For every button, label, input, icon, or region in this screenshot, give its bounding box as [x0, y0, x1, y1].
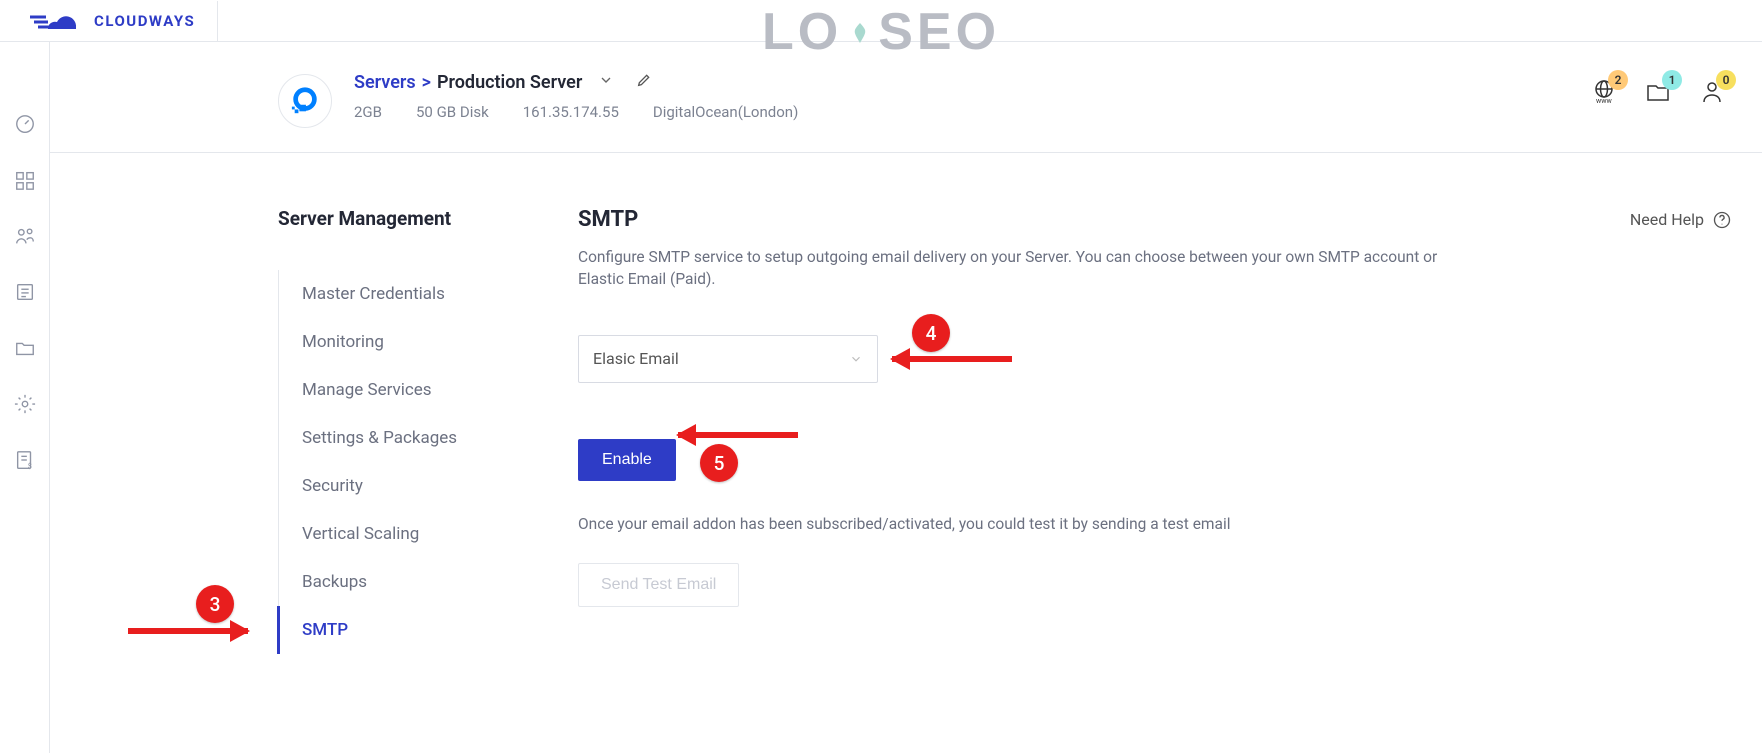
user-badge: 0	[1716, 70, 1736, 90]
breadcrumb-root[interactable]: Servers	[354, 72, 416, 93]
sidebar-item-backups[interactable]: Backups	[277, 558, 578, 606]
edit-icon[interactable]	[636, 72, 652, 93]
sidebar-item-monitoring[interactable]: Monitoring	[277, 318, 578, 366]
smtp-note: Once your email addon has been subscribe…	[578, 515, 1732, 533]
need-help-label: Need Help	[1630, 210, 1704, 229]
rail-projects[interactable]	[13, 280, 37, 304]
rail-billing[interactable]: $	[13, 448, 37, 472]
breadcrumb-sep: >	[422, 72, 431, 93]
stat-provider: DigitalOcean(London)	[653, 103, 798, 121]
help-icon	[1712, 210, 1732, 230]
step-4-callout: 4	[912, 314, 950, 352]
cloud-icon	[28, 7, 88, 35]
step-4-arrow	[892, 356, 1012, 362]
sidebar-title: Server Management	[278, 207, 578, 230]
project-icon[interactable]: 1	[1644, 78, 1672, 108]
stat-ram: 2GB	[354, 103, 382, 121]
svg-text:$: $	[27, 461, 31, 470]
rail-dashboard[interactable]	[13, 112, 37, 136]
sidebar-list: Master Credentials Monitoring Manage Ser…	[278, 270, 578, 654]
step-3-callout: 3	[196, 585, 234, 623]
user-icon[interactable]: 0	[1698, 78, 1726, 108]
content: SMTP Need Help Configure SMTP service to…	[578, 207, 1732, 654]
sidebar-item-smtp[interactable]: SMTP	[277, 606, 578, 654]
chevron-down-icon[interactable]	[598, 72, 614, 93]
sidebar-item-vertical-scaling[interactable]: Vertical Scaling	[277, 510, 578, 558]
breadcrumb-current: Production Server	[437, 72, 582, 93]
sidebar-item-settings-packages[interactable]: Settings & Packages	[277, 414, 578, 462]
sidebar: Server Management Master Credentials Mon…	[278, 207, 578, 654]
chevron-down-icon	[849, 352, 863, 366]
step-5-callout: 5	[700, 444, 738, 482]
sidebar-item-security[interactable]: Security	[277, 462, 578, 510]
www-icon[interactable]: www 2	[1590, 78, 1618, 108]
smtp-provider-select[interactable]: Elasic Email	[578, 335, 878, 383]
project-badge: 1	[1662, 70, 1682, 90]
www-badge: 2	[1608, 70, 1628, 90]
brand-logo[interactable]: CLOUDWAYS	[28, 7, 195, 35]
provider-logo	[278, 74, 332, 128]
left-rail: $	[0, 42, 50, 753]
need-help[interactable]: Need Help	[1630, 210, 1732, 230]
rail-team[interactable]	[13, 224, 37, 248]
sidebar-item-master-credentials[interactable]: Master Credentials	[277, 270, 578, 318]
server-header: Servers > Production Server 2GB 50 GB Di…	[50, 42, 1762, 153]
svg-text:www: www	[1596, 97, 1613, 104]
stat-ip: 161.35.174.55	[523, 103, 619, 121]
brand-name: CLOUDWAYS	[94, 12, 195, 30]
main-area: Servers > Production Server 2GB 50 GB Di…	[50, 42, 1762, 753]
smtp-description: Configure SMTP service to setup outgoing…	[578, 246, 1458, 291]
breadcrumb: Servers > Production Server	[354, 72, 798, 93]
enable-button[interactable]: Enable	[578, 439, 676, 481]
rail-servers[interactable]	[13, 168, 37, 192]
rail-folder[interactable]	[13, 336, 37, 360]
rail-settings[interactable]	[13, 392, 37, 416]
server-stats: 2GB 50 GB Disk 161.35.174.55 DigitalOcea…	[354, 103, 798, 121]
sidebar-item-manage-services[interactable]: Manage Services	[277, 366, 578, 414]
page-title: SMTP	[578, 207, 638, 232]
send-test-email-button[interactable]: Send Test Email	[578, 563, 739, 607]
step-3-arrow	[128, 628, 248, 634]
select-value: Elasic Email	[593, 349, 679, 368]
brand-divider	[217, 1, 218, 41]
topbar: CLOUDWAYS	[0, 0, 1762, 42]
stat-disk: 50 GB Disk	[416, 103, 489, 121]
step-5-arrow	[678, 432, 798, 438]
